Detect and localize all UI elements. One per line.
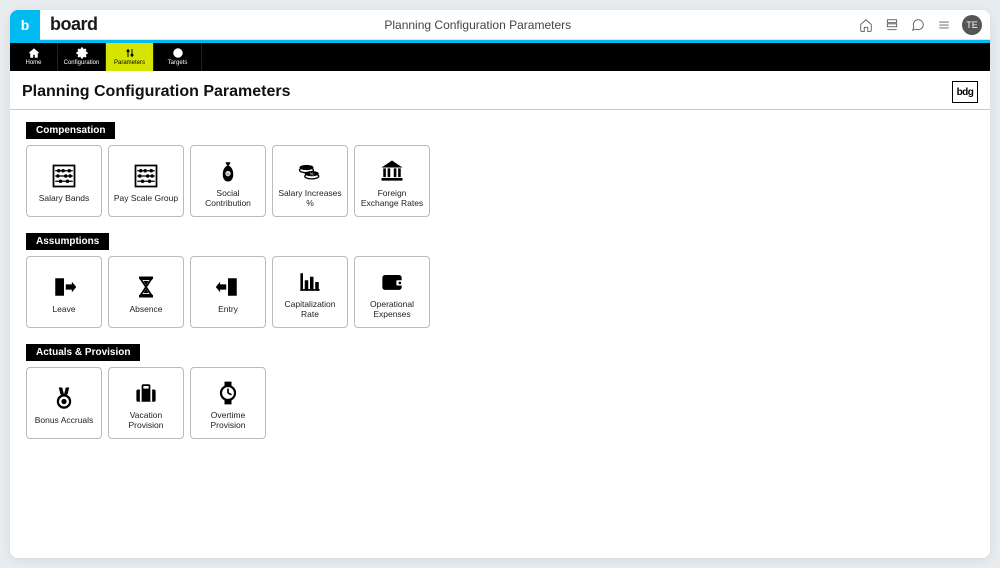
card-capitalization-rate[interactable]: Capitalization Rate (272, 256, 348, 328)
door-out-icon (50, 270, 78, 304)
card-row: Bonus Accruals Vacation Provision Overti… (22, 367, 978, 439)
window-title: Planning Configuration Parameters (98, 18, 858, 32)
nav-parameters[interactable]: Parameters (106, 43, 154, 71)
card-label: Entry (216, 304, 240, 314)
section-actuals-provision: Actuals & Provision Bonus Accruals Vacat… (22, 342, 978, 439)
card-label: Social Contribution (193, 188, 263, 208)
hourglass-icon (132, 270, 160, 304)
card-label: Salary Bands (37, 193, 92, 203)
app-logo[interactable]: b (10, 10, 40, 40)
home-icon[interactable] (858, 17, 874, 33)
page-title: Planning Configuration Parameters (22, 83, 952, 101)
suitcase-icon (132, 376, 160, 410)
card-row: Leave Absence Entry (22, 256, 978, 328)
dock-icon[interactable] (884, 17, 900, 33)
card-label: Bonus Accruals (33, 415, 96, 425)
bdg-badge: bdg (952, 81, 978, 103)
brand-text: board (40, 14, 98, 35)
titlebar-actions: TE (858, 15, 990, 35)
money-bag-icon: % (214, 154, 242, 188)
app-window: b board Planning Configuration Parameter… (10, 10, 990, 558)
nav-home[interactable]: Home (10, 43, 58, 71)
card-vacation-provision[interactable]: Vacation Provision (108, 367, 184, 439)
medal-icon (50, 381, 78, 415)
bank-icon (378, 154, 406, 188)
card-entry[interactable]: Entry (190, 256, 266, 328)
card-overtime-provision[interactable]: Overtime Provision (190, 367, 266, 439)
svg-text:%: % (310, 171, 314, 176)
coins-icon: % (296, 154, 324, 188)
card-operational-expenses[interactable]: Operational Expenses (354, 256, 430, 328)
wallet-icon (378, 265, 406, 299)
card-absence[interactable]: Absence (108, 256, 184, 328)
card-label: Leave (50, 304, 77, 314)
card-row: Salary Bands Pay Scale Group % Social Co… (22, 145, 978, 217)
page-header: Planning Configuration Parameters bdg (10, 71, 990, 110)
avatar[interactable]: TE (962, 15, 982, 35)
nav-label: Targets (168, 59, 188, 67)
card-bonus-accruals[interactable]: Bonus Accruals (26, 367, 102, 439)
titlebar: b board Planning Configuration Parameter… (10, 10, 990, 40)
card-label: Salary Increases % (275, 188, 345, 208)
bdg-text: bdg (957, 87, 974, 98)
abacus-icon (132, 159, 160, 193)
card-leave[interactable]: Leave (26, 256, 102, 328)
card-label: Vacation Provision (111, 410, 181, 430)
section-compensation: Compensation Salary Bands Pay Scale Grou… (22, 120, 978, 217)
card-foreign-exchange-rates[interactable]: Foreign Exchange Rates (354, 145, 430, 217)
nav-label: Home (25, 59, 41, 67)
nav-label: Configuration (64, 59, 100, 67)
door-in-icon (214, 270, 242, 304)
chart-icon (296, 265, 324, 299)
card-salary-bands[interactable]: Salary Bands (26, 145, 102, 217)
card-label: Foreign Exchange Rates (357, 188, 427, 208)
abacus-icon (50, 159, 78, 193)
card-social-contribution[interactable]: % Social Contribution (190, 145, 266, 217)
nav-bar: Home Configuration Parameters Targets (10, 43, 990, 71)
chat-icon[interactable] (910, 17, 926, 33)
card-pay-scale-group[interactable]: Pay Scale Group (108, 145, 184, 217)
card-label: Pay Scale Group (112, 193, 180, 203)
card-label: Operational Expenses (357, 299, 427, 319)
section-label: Assumptions (26, 233, 109, 250)
nav-configuration[interactable]: Configuration (58, 43, 106, 71)
section-label: Compensation (26, 122, 115, 139)
section-assumptions: Assumptions Leave Absence (22, 231, 978, 328)
section-label: Actuals & Provision (26, 344, 140, 361)
card-label: Overtime Provision (193, 410, 263, 430)
logo-letter: b (21, 17, 30, 33)
svg-text:%: % (226, 171, 230, 176)
card-salary-increases[interactable]: % Salary Increases % (272, 145, 348, 217)
card-label: Absence (127, 304, 164, 314)
nav-targets[interactable]: Targets (154, 43, 202, 71)
menu-icon[interactable] (936, 17, 952, 33)
nav-label: Parameters (114, 59, 145, 67)
avatar-initials: TE (966, 20, 978, 30)
watch-icon (214, 376, 242, 410)
content-area: Compensation Salary Bands Pay Scale Grou… (10, 110, 990, 463)
card-label: Capitalization Rate (275, 299, 345, 319)
